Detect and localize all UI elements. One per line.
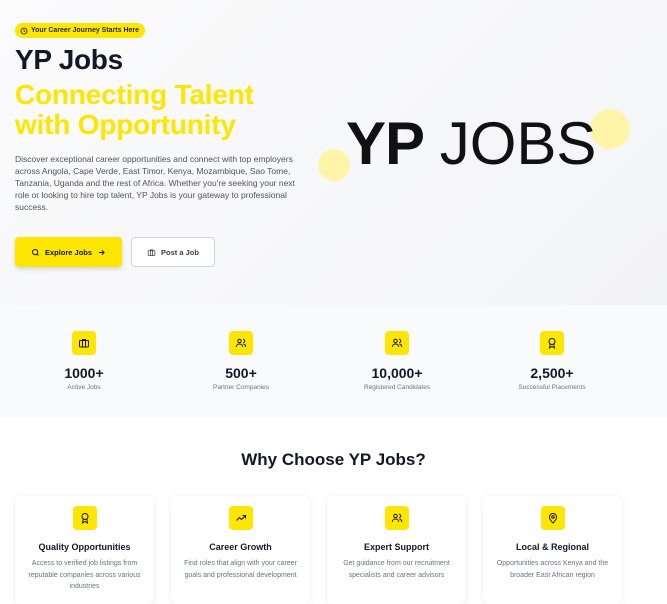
stat-icon-box <box>229 331 253 355</box>
feature-card-growth: Career Growth Find roles that align with… <box>171 496 310 604</box>
feature-description: Opportunities across Kenya and the broad… <box>496 560 609 579</box>
feature-title: Quality Opportunities <box>38 542 131 552</box>
stat-label: Successful Placements <box>518 384 586 391</box>
post-job-label: Post a Job <box>161 247 199 257</box>
why-choose-heading: Why Choose YP Jobs? <box>241 450 426 469</box>
feature-icon-box <box>540 506 565 530</box>
hero-description: Discover exceptional career opportunitie… <box>15 154 295 213</box>
stat-successful-placements: 2,500+ Successful Placements <box>492 331 612 391</box>
stat-registered-candidates: 10,000+ Registered Candidates <box>337 331 457 391</box>
users-icon <box>235 338 247 348</box>
feature-icon-box <box>384 506 409 530</box>
clock-icon <box>20 27 28 34</box>
briefcase-icon <box>147 249 156 256</box>
stat-label: Partner Companies <box>213 384 269 391</box>
stat-icon-box <box>72 331 96 355</box>
badge-label: Your Career Journey Starts Here <box>31 27 140 34</box>
logo-wordmark: YP JOBS <box>346 109 596 178</box>
feature-description: Find roles that align with your career g… <box>184 560 297 579</box>
hero-subtitle: Connecting Talent with Opportunity <box>15 79 254 140</box>
feature-card-support: Expert Support Get guidance from our rec… <box>327 496 466 604</box>
stat-icon-box <box>540 331 564 355</box>
search-icon <box>31 248 39 256</box>
post-job-button[interactable]: Post a Job <box>131 237 215 267</box>
briefcase-icon <box>79 339 89 348</box>
map-pin-icon <box>548 513 557 524</box>
page-title: YP Jobs <box>15 44 123 75</box>
stat-value: 2,500+ <box>530 365 574 381</box>
yp-jobs-logo: YP JOBS <box>318 105 638 195</box>
feature-icon-box <box>228 506 253 530</box>
feature-title: Career Growth <box>209 542 272 552</box>
career-journey-badge: Your Career Journey Starts Here <box>15 23 146 38</box>
feature-card-local: Local & Regional Opportunities across Ke… <box>483 496 622 604</box>
feature-description: Access to verified job listings from rep… <box>28 560 141 590</box>
logo-jobs: JOBS <box>439 110 597 177</box>
stat-icon-box <box>385 331 409 355</box>
stat-value: 1000+ <box>64 365 104 381</box>
award-icon <box>548 338 556 349</box>
feature-title: Expert Support <box>363 542 429 552</box>
award-icon <box>81 513 88 524</box>
users-icon <box>391 338 403 348</box>
stat-partner-companies: 500+ Partner Companies <box>181 331 301 391</box>
explore-jobs-label: Explore Jobs <box>44 247 93 257</box>
trending-up-icon <box>235 514 246 521</box>
feature-card-quality: Quality Opportunities Access to verified… <box>15 496 154 604</box>
explore-jobs-button[interactable]: Explore Jobs <box>15 237 122 267</box>
stat-label: Registered Candidates <box>363 384 431 391</box>
users-icon <box>391 513 402 523</box>
stat-value: 500+ <box>225 365 257 381</box>
arrow-right-icon <box>98 249 105 255</box>
stat-label: Active Jobs <box>67 384 101 391</box>
hero-section: Your Career Journey Starts Here YP Jobs … <box>0 0 667 305</box>
stat-value: 10,000+ <box>371 365 423 381</box>
feature-description: Get guidance from our recruitment specia… <box>343 560 450 579</box>
stat-active-jobs: 1000+ Active Jobs <box>24 331 144 391</box>
feature-title: Local & Regional <box>515 542 589 552</box>
stats-section: 1000+ Active Jobs 500+ Partner Companies… <box>0 305 667 417</box>
feature-icon-box <box>72 506 97 530</box>
logo-yp: YP <box>346 110 425 177</box>
